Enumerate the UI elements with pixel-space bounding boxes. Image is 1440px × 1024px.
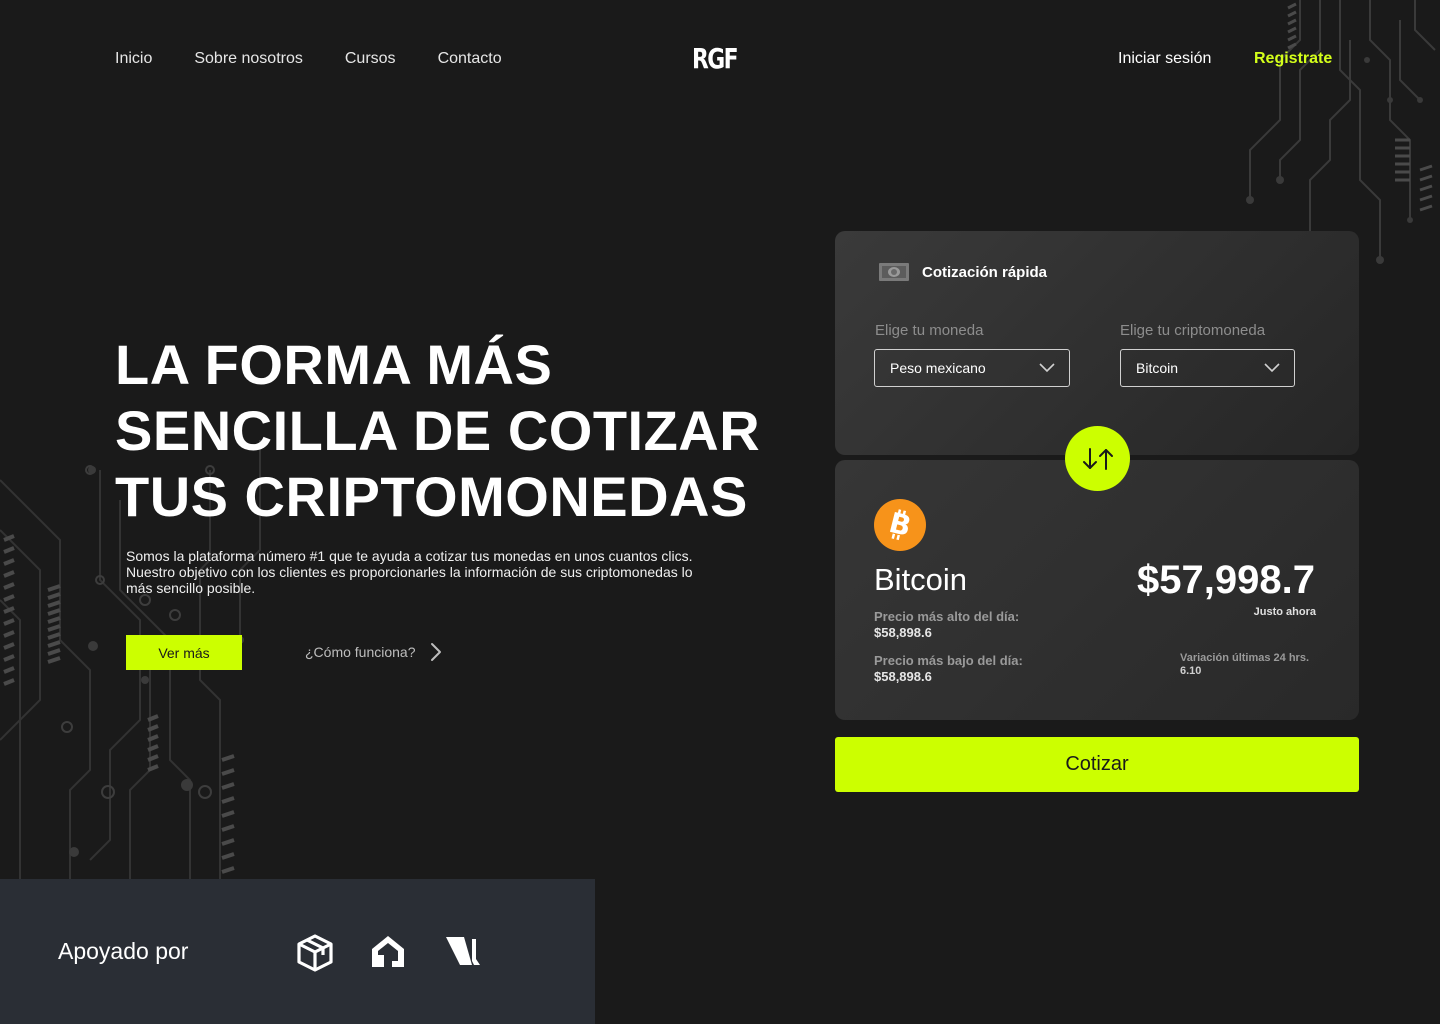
quick-quote-title: Cotización rápida xyxy=(922,263,1048,281)
bitcoin-symbol-icon: B xyxy=(886,508,915,542)
quick-quote-card: Cotización rápida Elige tu moneda Peso m… xyxy=(835,231,1359,455)
currency-select-value: Peso mexicano xyxy=(890,360,986,376)
hero-description: Somos la plataforma número #1 que te ayu… xyxy=(126,548,693,596)
chevron-down-icon xyxy=(1039,363,1055,373)
currency-select[interactable]: Peso mexicano xyxy=(874,349,1070,387)
brand-logo[interactable]: RGF xyxy=(692,42,739,75)
price-timestamp: Justo ahora xyxy=(1253,606,1316,618)
low-price-value: $58,898.6 xyxy=(874,669,932,684)
high-price-label: Precio más alto del día: xyxy=(874,609,1020,624)
nav-link-cursos[interactable]: Cursos xyxy=(345,50,396,68)
current-price: $57,998.7 xyxy=(1137,558,1315,602)
nav-link-sobre-nosotros[interactable]: Sobre nosotros xyxy=(194,50,303,68)
banknote-icon xyxy=(879,263,909,281)
house-logo-icon[interactable] xyxy=(370,933,406,969)
hero-title-line-2: SENCILLA DE COTIZAR xyxy=(115,399,761,462)
cube-logo-icon[interactable] xyxy=(296,933,334,973)
hero-title-line-3: TUS CRIPTOMONEDAS xyxy=(115,465,748,528)
cotizar-button[interactable]: Cotizar xyxy=(835,737,1359,792)
crypto-select-value: Bitcoin xyxy=(1136,360,1179,376)
variation-label: Variación últimas 24 hrs. xyxy=(1180,652,1310,664)
chevron-down-icon xyxy=(1264,363,1280,373)
main-menu: Inicio Sobre nosotros Cursos Contacto xyxy=(115,50,544,68)
register-link[interactable]: Registrate xyxy=(1254,50,1332,68)
login-link[interactable]: Iniciar sesión xyxy=(1118,50,1211,68)
currency-label: Elige tu moneda xyxy=(875,322,984,339)
supported-by-title: Apoyado por xyxy=(58,938,189,964)
swap-arrows-icon xyxy=(1082,447,1113,470)
coin-name: Bitcoin xyxy=(874,562,968,597)
chevron-right-icon xyxy=(430,643,441,661)
quote-result-card: B Bitcoin Precio más alto del día: $58,8… xyxy=(835,460,1359,720)
hero-title: LA FORMA MÁS SENCILLA DE COTIZAR TUS CRI… xyxy=(115,332,761,530)
nav-link-contacto[interactable]: Contacto xyxy=(438,50,502,68)
leaf-logo-icon[interactable] xyxy=(444,935,484,967)
how-it-works-label: ¿Cómo funciona? xyxy=(305,644,416,660)
crypto-select[interactable]: Bitcoin xyxy=(1120,349,1295,387)
swap-button[interactable] xyxy=(1065,426,1130,491)
variation-value: 6.10 xyxy=(1180,665,1202,677)
crypto-label: Elige tu criptomoneda xyxy=(1120,322,1266,339)
hero-title-line-1: LA FORMA MÁS xyxy=(115,333,553,396)
high-price-value: $58,898.6 xyxy=(874,625,932,640)
ver-mas-button[interactable]: Ver más xyxy=(126,635,242,670)
how-it-works-link[interactable]: ¿Cómo funciona? xyxy=(305,642,442,662)
quick-quote-header: Cotización rápida xyxy=(878,262,1047,282)
low-price-label: Precio más bajo del día: xyxy=(874,653,1023,668)
bitcoin-icon: B xyxy=(874,499,926,551)
supported-by-section: Apoyado por xyxy=(0,879,595,1024)
nav-link-inicio[interactable]: Inicio xyxy=(115,50,152,68)
top-nav: Inicio Sobre nosotros Cursos Contacto RG… xyxy=(0,0,1440,120)
